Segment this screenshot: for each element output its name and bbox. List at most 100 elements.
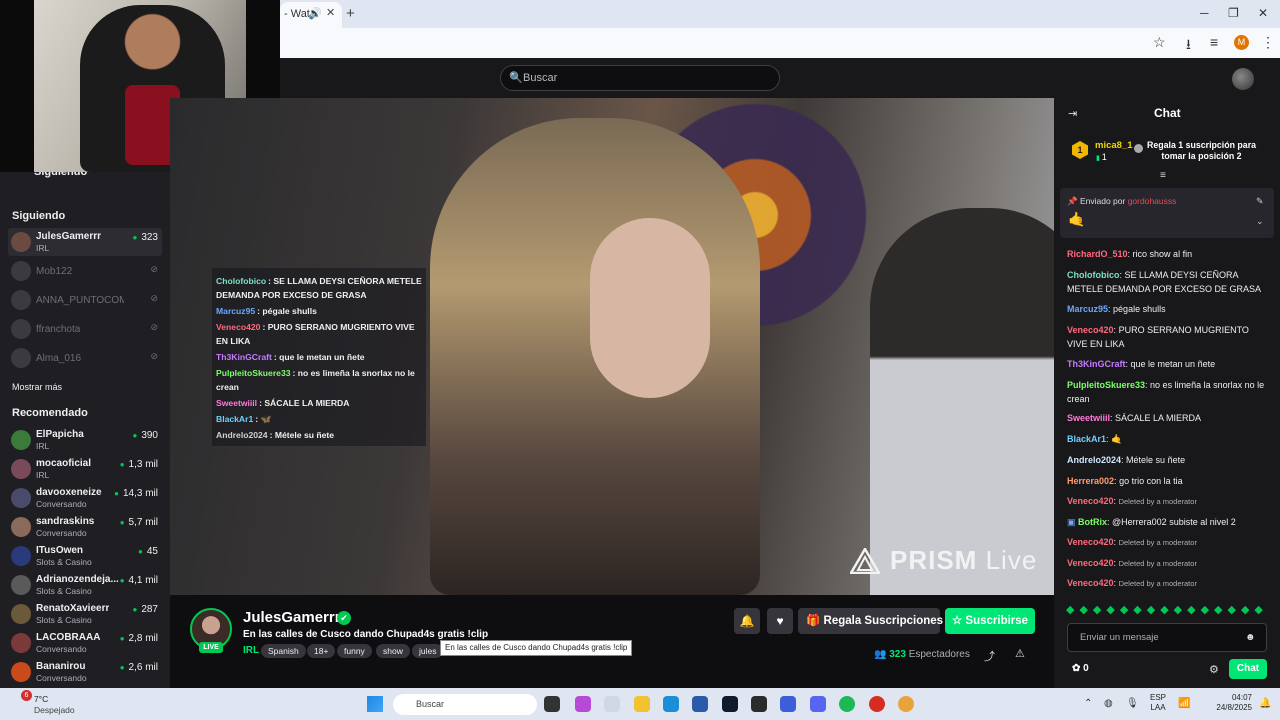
microphone-icon[interactable]: 🎙 — [1126, 698, 1139, 709]
sidebar-channel-recommended[interactable]: RenatoXavieerr Slots & Casino 287 — [8, 600, 162, 628]
chat-message: Andrelo2024: Métele su ñete — [1067, 455, 1186, 465]
channel-points[interactable]: ✿ 0 — [1072, 663, 1089, 674]
chat-text: @Herrera002 subiste al nivel 2 — [1112, 517, 1236, 527]
tag-chip[interactable]: 18+ — [307, 644, 336, 658]
gift-sub-cta[interactable]: Regala 1 suscripción para tomar la posic… — [1134, 140, 1269, 162]
sidebar-channel-recommended[interactable]: davooxeneize Conversando 14,3 mil — [8, 484, 162, 512]
chat-user[interactable]: BlackAr1 — [1067, 434, 1106, 444]
notification-bell-button[interactable]: 🔔 — [734, 608, 760, 634]
tag-chip[interactable]: show — [376, 644, 410, 658]
gear-icon[interactable]: ⚙ — [1209, 663, 1219, 676]
app-icon[interactable] — [869, 696, 885, 712]
chat-filter-icon[interactable]: ≡ — [1160, 170, 1166, 181]
emote-bar[interactable]: ◆◆◆◆◆◆◆◆◆◆◆◆◆◆◆ — [1066, 603, 1268, 616]
spotify-icon[interactable] — [839, 696, 855, 712]
weather-temperature[interactable]: 7°C — [34, 694, 48, 704]
sidebar-channel-recommended[interactable]: LACOBRAAA Conversando 2,8 mil — [8, 629, 162, 657]
sidebar-channel-offline[interactable]: ANNA_PUNTOCOM ⊘ — [8, 286, 162, 314]
chat-user[interactable]: Veneco420 — [1067, 496, 1114, 506]
video-player[interactable]: PRISM Live Cholofobico: SE LLAMA DEYSI C… — [170, 98, 1054, 595]
chat-user[interactable]: Marcuz95 — [1067, 304, 1108, 314]
chat-user[interactable]: Andrelo2024 — [1067, 455, 1121, 465]
chat-user[interactable]: Veneco420 — [1067, 578, 1114, 588]
chat-send-button[interactable]: Chat — [1229, 659, 1267, 679]
sidebar-channel-offline[interactable]: Mob122 ⊘ — [8, 257, 162, 285]
gift-leader-user[interactable]: mica8_1 — [1095, 140, 1133, 151]
window-close-button[interactable]: ✕ — [1258, 6, 1268, 20]
chat-user[interactable]: Veneco420 — [1067, 537, 1114, 547]
tab-audio-icon[interactable]: 🔊 — [308, 7, 322, 20]
emoji-icon[interactable]: ☻ — [1245, 632, 1256, 643]
notification-icon[interactable]: 🔔 — [1259, 698, 1271, 709]
report-icon[interactable]: ⚠ — [1015, 647, 1025, 660]
tab-close-icon[interactable]: ✕ — [326, 6, 335, 19]
unpin-icon[interactable]: ✎ — [1256, 196, 1264, 207]
chat-message: Th3KinGCraft: que le metan un ñete — [1067, 359, 1216, 369]
collapse-chat-icon[interactable]: ⇥ — [1068, 107, 1077, 120]
title-tooltip: En las calles de Cusco dando Chupad4s gr… — [440, 640, 633, 656]
share-icon[interactable]: ⤴ — [984, 648, 995, 664]
sidebar-channel-recommended[interactable]: mocaoficial IRL 1,3 mil — [8, 455, 162, 483]
gift-subscriptions-button[interactable]: 🎁 Regala Suscripciones — [798, 608, 943, 634]
streamer-name[interactable]: JulesGamerrr — [243, 609, 341, 626]
tray-chevron-icon[interactable]: ⌃ — [1084, 698, 1092, 709]
sidebar-channel-recommended[interactable]: ITusOwen Slots & Casino 45 — [8, 542, 162, 570]
sidebar-channel-recommended[interactable]: Adrianozendeja... Slots & Casino 4,1 mil — [8, 571, 162, 599]
taskbar-search[interactable] — [393, 694, 537, 715]
channel-avatar — [11, 604, 31, 624]
follow-heart-button[interactable]: ♥ — [767, 608, 793, 634]
wifi-icon[interactable]: 📶 — [1178, 698, 1190, 709]
window-minimize-button[interactable]: ─ — [1200, 6, 1209, 20]
obs-icon[interactable] — [751, 696, 767, 712]
chat-user[interactable]: RichardO_510 — [1067, 249, 1128, 259]
app-icon[interactable] — [604, 696, 620, 712]
sidebar-channel-julesgamerrr[interactable]: JulesGamerrr IRL 323 — [8, 228, 162, 256]
terminal-icon[interactable] — [722, 696, 738, 712]
sidebar-channel-recommended[interactable]: sandraskins Conversando 5,7 mil — [8, 513, 162, 541]
sidebar-channel-recommended[interactable]: Bananirou Conversando 2,6 mil — [8, 658, 162, 686]
tray-app-icon[interactable]: ◍ — [1104, 698, 1113, 709]
store-icon[interactable] — [692, 696, 708, 712]
chat-user[interactable]: Th3KinGCraft — [1067, 359, 1126, 369]
clock[interactable]: 04:07 24/8/2025 — [1202, 693, 1252, 713]
sidebar-channel-recommended[interactable]: ElPapicha IRL 390 — [8, 426, 162, 454]
language-indicator[interactable]: ESP LAA — [1150, 693, 1166, 713]
new-tab-button[interactable]: + — [346, 5, 355, 22]
window-restore-button[interactable]: ❐ — [1228, 6, 1239, 20]
app-icon[interactable] — [780, 696, 796, 712]
chat-user[interactable]: Veneco420 — [1067, 558, 1114, 568]
weather-condition[interactable]: Despejado — [34, 705, 75, 715]
tag-chip[interactable]: Spanish — [261, 644, 306, 658]
people-icon: 👥 — [874, 649, 890, 660]
browser-menu-icon[interactable]: ⋮ — [1261, 34, 1275, 51]
discord-icon[interactable] — [810, 696, 826, 712]
sidebar-channel-offline[interactable]: ffranchota ⊘ — [8, 315, 162, 343]
edge-icon[interactable] — [663, 696, 679, 712]
sidebar-channel-offline[interactable]: Alma_016 ⊘ — [8, 344, 162, 372]
start-button[interactable] — [367, 696, 383, 712]
subscribe-button[interactable]: ☆ Suscribirse — [945, 608, 1035, 634]
tag-chip[interactable]: funny — [337, 644, 372, 658]
chrome-icon[interactable] — [898, 696, 914, 712]
chat-user[interactable]: Cholofobico — [1067, 270, 1120, 280]
category-link[interactable]: IRL — [243, 645, 259, 656]
file-explorer-icon[interactable] — [634, 696, 650, 712]
pinned-author[interactable]: gordohausss — [1128, 196, 1177, 206]
task-view-icon[interactable] — [544, 696, 560, 712]
media-control-icon[interactable]: ≡ — [1210, 34, 1218, 50]
user-avatar[interactable] — [1232, 68, 1254, 90]
chat-text: SÁCALE LA MIERDA — [1115, 413, 1202, 423]
chat-user[interactable]: PulpleitoSkuere33 — [1067, 380, 1145, 390]
chat-user[interactable]: BotRix — [1078, 517, 1107, 527]
chat-user[interactable]: Herrera002 — [1067, 476, 1114, 486]
tag-chip[interactable]: jules — [412, 644, 444, 658]
profile-avatar[interactable]: M — [1234, 35, 1249, 50]
download-icon[interactable]: ⭳ — [1186, 34, 1191, 58]
chat-user[interactable]: Veneco420 — [1067, 325, 1114, 335]
bookmark-star-icon[interactable]: ☆ — [1153, 34, 1166, 51]
channel-category: Slots & Casino — [36, 557, 92, 567]
copilot-icon[interactable] — [575, 696, 591, 712]
show-more-link[interactable]: Mostrar más — [12, 382, 62, 392]
chevron-down-icon[interactable]: ⌄ — [1256, 216, 1264, 227]
chat-user[interactable]: Sweetwiiil — [1067, 413, 1110, 423]
